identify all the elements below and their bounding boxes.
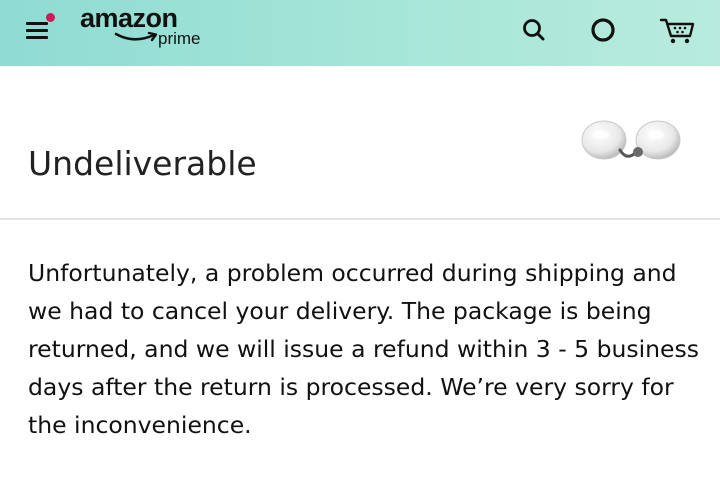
alexa-icon bbox=[591, 18, 615, 42]
page-title: Undeliverable bbox=[28, 144, 257, 184]
cart-icon bbox=[659, 18, 695, 44]
cart-button[interactable] bbox=[658, 12, 698, 48]
smile-arrow-icon bbox=[114, 31, 158, 42]
amazon-prime-logo[interactable]: amazon prime bbox=[80, 3, 230, 59]
menu-button[interactable] bbox=[22, 13, 62, 45]
logo-prime-text: prime bbox=[158, 29, 201, 48]
notification-dot bbox=[46, 13, 55, 22]
order-status-header: Undeliverable bbox=[0, 66, 720, 218]
search-button[interactable] bbox=[516, 12, 552, 48]
section-divider bbox=[0, 218, 720, 220]
delivery-message: Unfortunately, a problem occurred during… bbox=[28, 259, 700, 439]
top-nav-bar: amazon prime bbox=[0, 0, 720, 66]
search-icon bbox=[523, 19, 545, 41]
earbuds-image[interactable] bbox=[576, 116, 688, 166]
alexa-button[interactable] bbox=[585, 12, 621, 48]
